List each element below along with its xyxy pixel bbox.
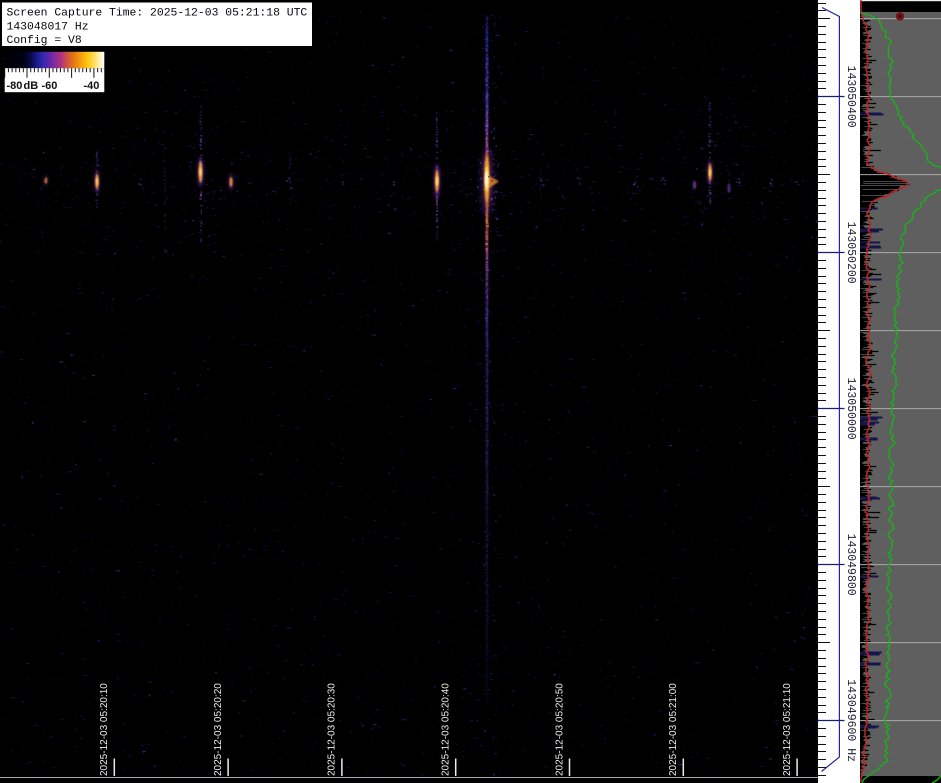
svg-text:dB: dB (24, 80, 39, 92)
svg-text:-60: -60 (42, 80, 58, 92)
svg-text:143050000: 143050000 (844, 378, 857, 440)
svg-text:143049800: 143049800 (844, 534, 857, 596)
svg-text:-80: -80 (7, 80, 23, 92)
svg-text:143050400: 143050400 (844, 66, 857, 128)
svg-text:2025-12-03 05:20:10: 2025-12-03 05:20:10 (99, 683, 110, 776)
svg-text:2025-12-03 05:20:30: 2025-12-03 05:20:30 (327, 683, 338, 776)
svg-text:143048017 Hz: 143048017 Hz (7, 21, 89, 33)
svg-text:2025-12-03 05:20:40: 2025-12-03 05:20:40 (441, 683, 452, 776)
svg-text:2025-12-03 05:20:50: 2025-12-03 05:20:50 (554, 683, 565, 776)
svg-text:143049600 Hz: 143049600 Hz (844, 679, 857, 762)
svg-text:Config = V8: Config = V8 (7, 35, 82, 47)
svg-text:143050200: 143050200 (844, 222, 857, 284)
svg-text:Screen Capture Time: 2025-12-0: Screen Capture Time: 2025-12-03 05:21:18… (7, 8, 308, 20)
svg-text:2025-12-03 05:20:20: 2025-12-03 05:20:20 (213, 683, 224, 776)
svg-text:2025-12-03 05:21:00: 2025-12-03 05:21:00 (668, 683, 679, 776)
svg-text:-40: -40 (84, 80, 100, 92)
svg-text:2025-12-03 05:21:10: 2025-12-03 05:21:10 (782, 683, 793, 776)
